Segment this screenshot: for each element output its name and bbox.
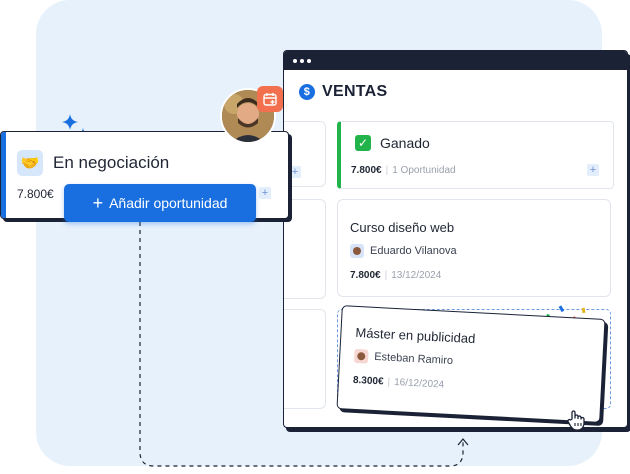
partial-card[interactable]: + <box>284 121 326 187</box>
window-titlebar <box>284 51 627 70</box>
pipeline-title-text: VENTAS <box>322 83 388 100</box>
owner-avatar <box>350 244 364 258</box>
handshake-icon: 🤝 <box>17 150 43 176</box>
dollar-coin-icon: $ <box>299 84 315 100</box>
deal-meta: 8.300€ | 16/12/2024 <box>352 374 445 391</box>
deal-title: Máster en publicidad <box>355 324 476 347</box>
won-amount: 7.800€ <box>351 165 382 176</box>
add-opportunity-label: Añadir oportunidad <box>109 195 228 211</box>
won-meta: 7.800€ | 1 Oportunidad <box>351 165 456 176</box>
dragged-deal-card[interactable]: Máster en publicidad Esteban Ramiro 8.30… <box>336 305 606 423</box>
partial-card[interactable] <box>284 199 326 299</box>
deal-title: Curso diseño web <box>350 220 455 235</box>
add-mini-icon[interactable]: + <box>259 187 271 199</box>
deal-owner-row: Esteban Ramiro <box>353 348 454 368</box>
pipeline-title: $ VENTAS <box>299 83 388 101</box>
window-dot <box>307 59 311 63</box>
hand-pointer-icon <box>567 410 585 431</box>
won-count: 1 Oportunidad <box>392 165 456 176</box>
deal-date: 13/12/2024 <box>391 270 442 281</box>
deal-amount: 7.800€ <box>350 270 381 281</box>
stage-accent-bar <box>1 132 6 218</box>
negotiation-amount: 7.800€ <box>17 187 54 201</box>
owner-avatar <box>353 348 369 364</box>
window-dot <box>293 59 297 63</box>
deal-card[interactable]: Curso diseño web Eduardo Vilanova 7.800€… <box>337 199 611 297</box>
negotiation-stage-label: En negociación <box>53 153 170 172</box>
deal-meta: 7.800€ | 13/12/2024 <box>350 270 442 281</box>
add-mini-icon[interactable]: + <box>587 164 599 176</box>
deal-owner: Esteban Ramiro <box>373 350 454 368</box>
add-opportunity-button[interactable]: + Añadir oportunidad <box>64 184 256 222</box>
won-stage-card[interactable]: ✓ Ganado 7.800€ | 1 Oportunidad + <box>337 121 614 189</box>
deal-amount: 8.300€ <box>352 374 384 388</box>
add-mini-icon[interactable]: + <box>289 166 301 178</box>
check-icon: ✓ <box>355 135 371 151</box>
partial-card[interactable] <box>284 309 326 409</box>
window-dot <box>300 59 304 63</box>
deal-owner: Eduardo Vilanova <box>370 245 457 257</box>
won-stage-label: Ganado <box>380 135 430 151</box>
deal-owner-row: Eduardo Vilanova <box>350 244 457 258</box>
deal-date: 16/12/2024 <box>393 377 445 391</box>
plus-icon: + <box>92 193 104 213</box>
calendar-plus-icon[interactable] <box>257 86 283 112</box>
